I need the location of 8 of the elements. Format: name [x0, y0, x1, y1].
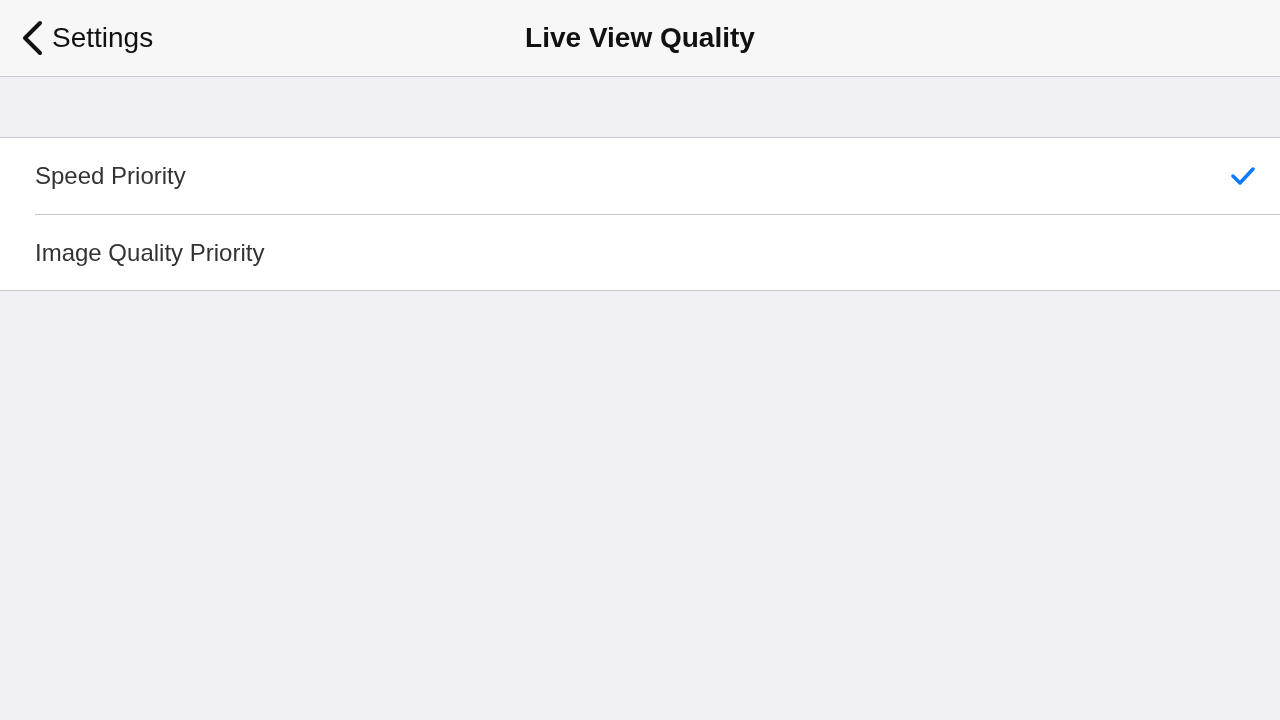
- back-button[interactable]: Settings: [0, 17, 154, 59]
- checkmark-icon: [1231, 166, 1255, 186]
- option-label: Image Quality Priority: [35, 237, 265, 268]
- chevron-left-icon: [20, 20, 44, 56]
- option-row[interactable]: Speed Priority: [35, 138, 1280, 214]
- option-row[interactable]: Image Quality Priority: [35, 214, 1280, 290]
- page-title: Live View Quality: [525, 21, 755, 55]
- option-label: Speed Priority: [35, 161, 186, 191]
